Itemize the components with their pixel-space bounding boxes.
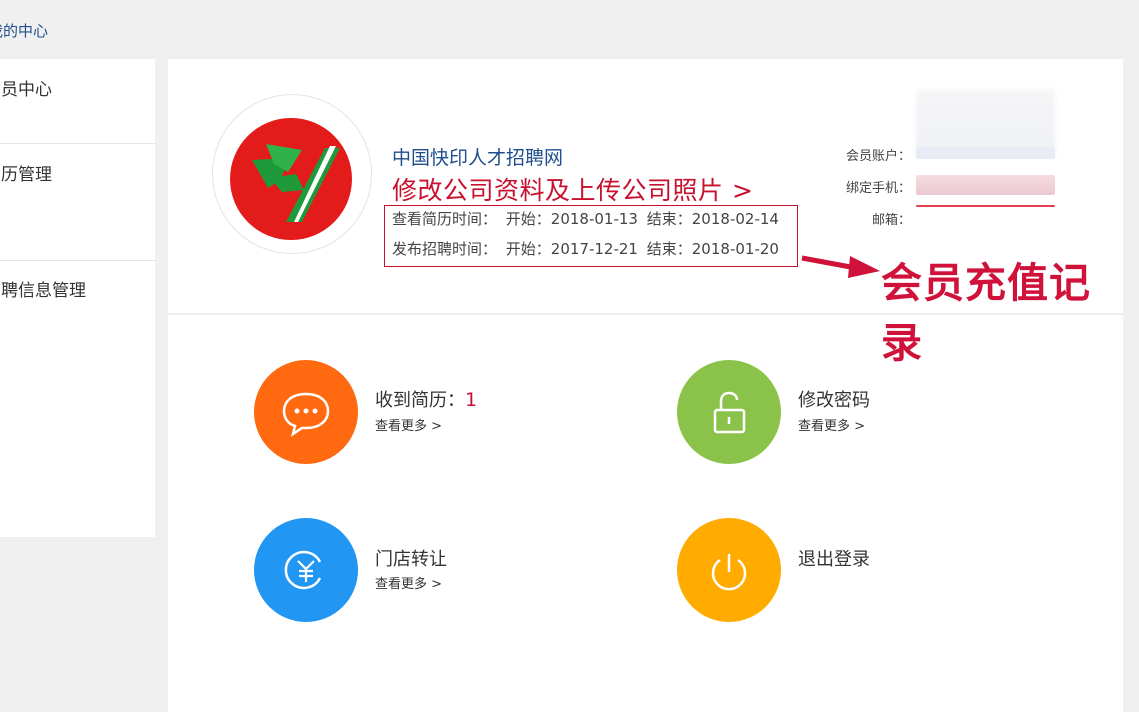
sidebar-item-resume-management[interactable]: 简历管理 bbox=[0, 160, 52, 185]
email-underline bbox=[916, 205, 1055, 207]
job-post-period: 发布招聘时间： 开始：2017-12-21 结束：2018-01-20 bbox=[392, 238, 783, 259]
recharge-record-callout[interactable]: 会员充值记录 bbox=[881, 249, 1123, 369]
sidebar-item-job-management[interactable]: 招聘信息管理 bbox=[0, 276, 86, 301]
section-divider bbox=[168, 313, 1123, 315]
member-account-label: 会员账户： bbox=[845, 149, 911, 164]
sidebar: 会员中心 简历管理 招聘信息管理 bbox=[0, 59, 155, 537]
store-transfer-tile[interactable] bbox=[254, 518, 358, 622]
received-resumes-tile[interactable] bbox=[254, 360, 358, 464]
callout-arrow-icon bbox=[801, 255, 880, 278]
resume-view-start: 开始：2018-01-13 bbox=[505, 210, 638, 228]
received-resumes-more-link[interactable]: 查看更多 > bbox=[375, 415, 442, 434]
company-name[interactable]: 中国快印人才招聘网 bbox=[392, 143, 563, 170]
breadcrumb[interactable]: 我的中心 bbox=[0, 20, 48, 41]
logout-title[interactable]: 退出登录 bbox=[798, 545, 870, 571]
job-post-label: 发布招聘时间： bbox=[392, 240, 498, 258]
logout-tile[interactable] bbox=[677, 518, 781, 622]
phone-label: 绑定手机： bbox=[845, 181, 911, 196]
store-transfer-title[interactable]: 门店转让 bbox=[375, 545, 447, 571]
store-transfer-more-link[interactable]: 查看更多 > bbox=[375, 573, 442, 592]
received-resumes-count: 1 bbox=[465, 389, 478, 411]
sidebar-divider bbox=[0, 260, 155, 261]
power-icon bbox=[711, 554, 747, 591]
email-label: 邮箱： bbox=[871, 213, 911, 228]
received-resumes-label: 收到简历： bbox=[375, 390, 465, 411]
change-password-title[interactable]: 修改密码 bbox=[798, 386, 870, 412]
job-post-start: 开始：2017-12-21 bbox=[505, 240, 638, 258]
job-post-end: 结束：2018-01-20 bbox=[646, 240, 779, 258]
edit-company-profile-link[interactable]: 修改公司资料及上传公司照片 > bbox=[392, 171, 753, 207]
company-avatar[interactable] bbox=[212, 94, 372, 254]
received-resumes-title[interactable]: 收到简历：1 bbox=[375, 386, 477, 412]
member-account-value-blurred bbox=[916, 147, 1055, 159]
unlock-icon bbox=[713, 391, 746, 434]
change-password-tile[interactable] bbox=[677, 360, 781, 464]
sidebar-item-member-center[interactable]: 会员中心 bbox=[0, 75, 52, 100]
yen-coin-icon bbox=[284, 550, 322, 590]
resume-view-end: 结束：2018-02-14 bbox=[646, 210, 779, 228]
chat-bubble-icon bbox=[282, 392, 330, 437]
resume-view-label: 查看简历时间： bbox=[392, 210, 498, 228]
change-password-more-link[interactable]: 查看更多 > bbox=[798, 415, 865, 434]
main-panel: 中国快印人才招聘网 修改公司资料及上传公司照片 > 查看简历时间： 开始：201… bbox=[168, 59, 1123, 712]
resume-view-period: 查看简历时间： 开始：2018-01-13 结束：2018-02-14 bbox=[392, 208, 783, 229]
sidebar-divider bbox=[0, 143, 155, 144]
company-logo bbox=[230, 118, 352, 240]
phone-value-blurred bbox=[916, 175, 1055, 195]
